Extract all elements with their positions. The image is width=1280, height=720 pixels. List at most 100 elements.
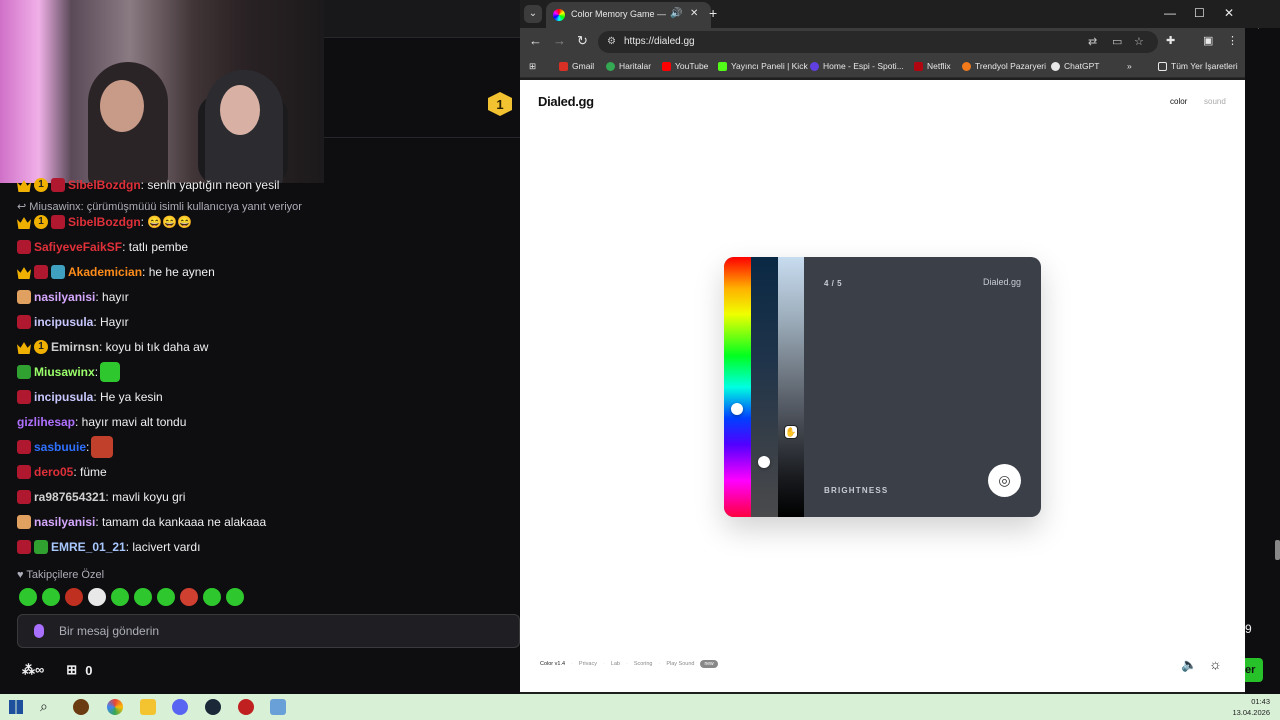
chat-username[interactable]: SibelBozdgn: [68, 212, 141, 232]
emote-icon[interactable]: [203, 588, 221, 606]
sound-toggle-icon[interactable]: 🔈: [1181, 657, 1197, 673]
emote-icon[interactable]: [134, 588, 152, 606]
bookmark-trendyol[interactable]: Trendyol Pazaryeri: [962, 61, 1046, 71]
footer-link-privacy[interactable]: Privacy: [579, 661, 597, 667]
emote-icon[interactable]: [19, 588, 37, 606]
emote-icon[interactable]: [65, 588, 83, 606]
bookmark-chatgpt[interactable]: ChatGPT: [1051, 61, 1099, 71]
bookmark-label: Yayıncı Paneli | Kick: [731, 61, 808, 71]
discord-icon[interactable]: [172, 699, 188, 715]
search-icon[interactable]: ⌕: [40, 698, 48, 715]
site-logo[interactable]: Dialed.gg: [538, 94, 594, 109]
app-icon[interactable]: [73, 699, 89, 715]
system-clock[interactable]: 01:43 13.04.2026: [1232, 696, 1270, 718]
bookmark-kick[interactable]: Yayıncı Paneli | Kick: [718, 61, 808, 71]
chat-username[interactable]: Emirnsn: [51, 337, 99, 357]
apps-icon[interactable]: ⊞: [529, 61, 536, 72]
submit-button[interactable]: ◎: [988, 464, 1021, 497]
chat-input[interactable]: Bir mesaj gönderin: [17, 614, 520, 648]
translate-icon[interactable]: ⇄: [1088, 35, 1097, 48]
clock-time: 01:43: [1251, 697, 1270, 706]
tab-search-button[interactable]: ⌄: [524, 5, 542, 23]
minimize-icon[interactable]: —: [1164, 6, 1176, 20]
chat-username[interactable]: SafiyeveFaikSF: [34, 237, 122, 257]
points-icon[interactable]: ⁂∞: [22, 662, 44, 678]
bookmark-gmail[interactable]: Gmail: [559, 61, 594, 71]
emote-icon[interactable]: [88, 588, 106, 606]
footer-link-play-sound[interactable]: Play Sound: [666, 661, 694, 667]
favicon-icon: [553, 9, 565, 21]
tier-badge-icon: 1: [34, 215, 48, 229]
chat-username[interactable]: ra987654321: [34, 487, 105, 507]
footer-link-scoring[interactable]: Scoring: [634, 661, 653, 667]
chat-username[interactable]: Akademician: [68, 262, 142, 282]
chat-text: : Hayır: [93, 315, 129, 329]
more-bookmarks-icon[interactable]: »: [1127, 61, 1132, 71]
chrome-icon[interactable]: [107, 699, 123, 715]
scrollbar-thumb[interactable]: [1275, 540, 1280, 560]
chat-username[interactable]: sasbuuie: [34, 437, 86, 457]
gift-icon[interactable]: ⊞: [66, 662, 77, 678]
extensions-icon[interactable]: ✚: [1166, 34, 1175, 47]
emote-icon[interactable]: [111, 588, 129, 606]
site-info-icon[interactable]: ⚙: [607, 36, 616, 47]
underlying-window-edge: [1245, 0, 1280, 694]
notepad-icon[interactable]: [270, 699, 286, 715]
menu-icon[interactable]: ⋮: [1227, 34, 1238, 47]
emote-icon[interactable]: [226, 588, 244, 606]
steam-icon[interactable]: [205, 699, 221, 715]
theme-toggle-icon[interactable]: ☼: [1209, 656, 1222, 672]
address-bar[interactable]: ⚙ https://dialed.gg ⇄ ▭ ☆: [598, 31, 1158, 53]
saturation-slider[interactable]: [751, 257, 778, 517]
chat-username[interactable]: gizlihesap: [17, 412, 75, 432]
mic-icon[interactable]: [34, 624, 44, 638]
chat-username[interactable]: nasilyanisi: [34, 512, 95, 532]
chat-username[interactable]: Miusawinx: [34, 362, 95, 382]
crown-badge-icon: [17, 342, 31, 354]
nav-color-link[interactable]: color: [1170, 97, 1187, 106]
profile-icon[interactable]: ▣: [1203, 34, 1213, 47]
chat-username[interactable]: EMRE_01_21: [51, 537, 126, 557]
emote-icon[interactable]: [180, 588, 198, 606]
start-icon[interactable]: [9, 700, 23, 714]
hue-slider[interactable]: [724, 257, 751, 517]
saturation-slider-handle[interactable]: [758, 456, 770, 468]
stream-topbar: [324, 0, 520, 38]
emote-icon[interactable]: [42, 588, 60, 606]
chat-username[interactable]: SibelBozdgn: [68, 175, 141, 195]
audio-icon[interactable]: 🔊: [670, 8, 682, 19]
bookmark-label: Trendyol Pazaryeri: [975, 61, 1047, 71]
mod-badge-icon: [51, 215, 65, 229]
chat-username[interactable]: dero05: [34, 462, 73, 482]
active-tab[interactable]: Color Memory Game — Ho 🔊 ✕: [546, 2, 711, 28]
cast-icon[interactable]: ▭: [1112, 35, 1122, 48]
reload-icon[interactable]: ↻: [577, 33, 588, 49]
app-icon[interactable]: [238, 699, 254, 715]
all-bookmarks[interactable]: Tüm Yer İşaretleri: [1158, 61, 1238, 71]
emote-icon[interactable]: [157, 588, 175, 606]
bookmark-youtube[interactable]: YouTube: [662, 61, 708, 71]
footer-link-lab[interactable]: Lab: [611, 661, 620, 667]
nav-sound-link[interactable]: sound: [1204, 97, 1226, 106]
maximize-icon[interactable]: ☐: [1194, 6, 1205, 20]
brightness-slider[interactable]: [778, 257, 804, 517]
new-tab-button[interactable]: +: [709, 5, 717, 21]
emote-button-fragment[interactable]: 9: [1245, 622, 1252, 636]
hue-slider-handle[interactable]: [731, 403, 743, 415]
close-tab-icon[interactable]: ✕: [690, 8, 698, 19]
file-explorer-icon[interactable]: [140, 699, 156, 715]
close-window-icon[interactable]: ✕: [1224, 6, 1234, 20]
bookmark-star-icon[interactable]: ☆: [1134, 35, 1144, 48]
back-icon[interactable]: ←: [529, 33, 542, 48]
bookmark-maps[interactable]: Haritalar: [606, 61, 651, 71]
chat-text: :: [86, 440, 90, 454]
bookmark-netflix[interactable]: Netflix: [914, 61, 951, 71]
forward-icon[interactable]: →: [553, 33, 566, 48]
chat-username[interactable]: incipusula: [34, 312, 93, 332]
emote-icon: [100, 362, 121, 382]
bookmark-spotify[interactable]: Home - Espi - Spoti...: [810, 61, 904, 71]
bookmarks-bar: ⊞ Gmail Haritalar YouTube Yayıncı Paneli…: [520, 56, 1245, 78]
mod-badge-icon: [17, 490, 31, 504]
chat-username[interactable]: incipusula: [34, 387, 93, 407]
chat-username[interactable]: nasilyanisi: [34, 287, 95, 307]
